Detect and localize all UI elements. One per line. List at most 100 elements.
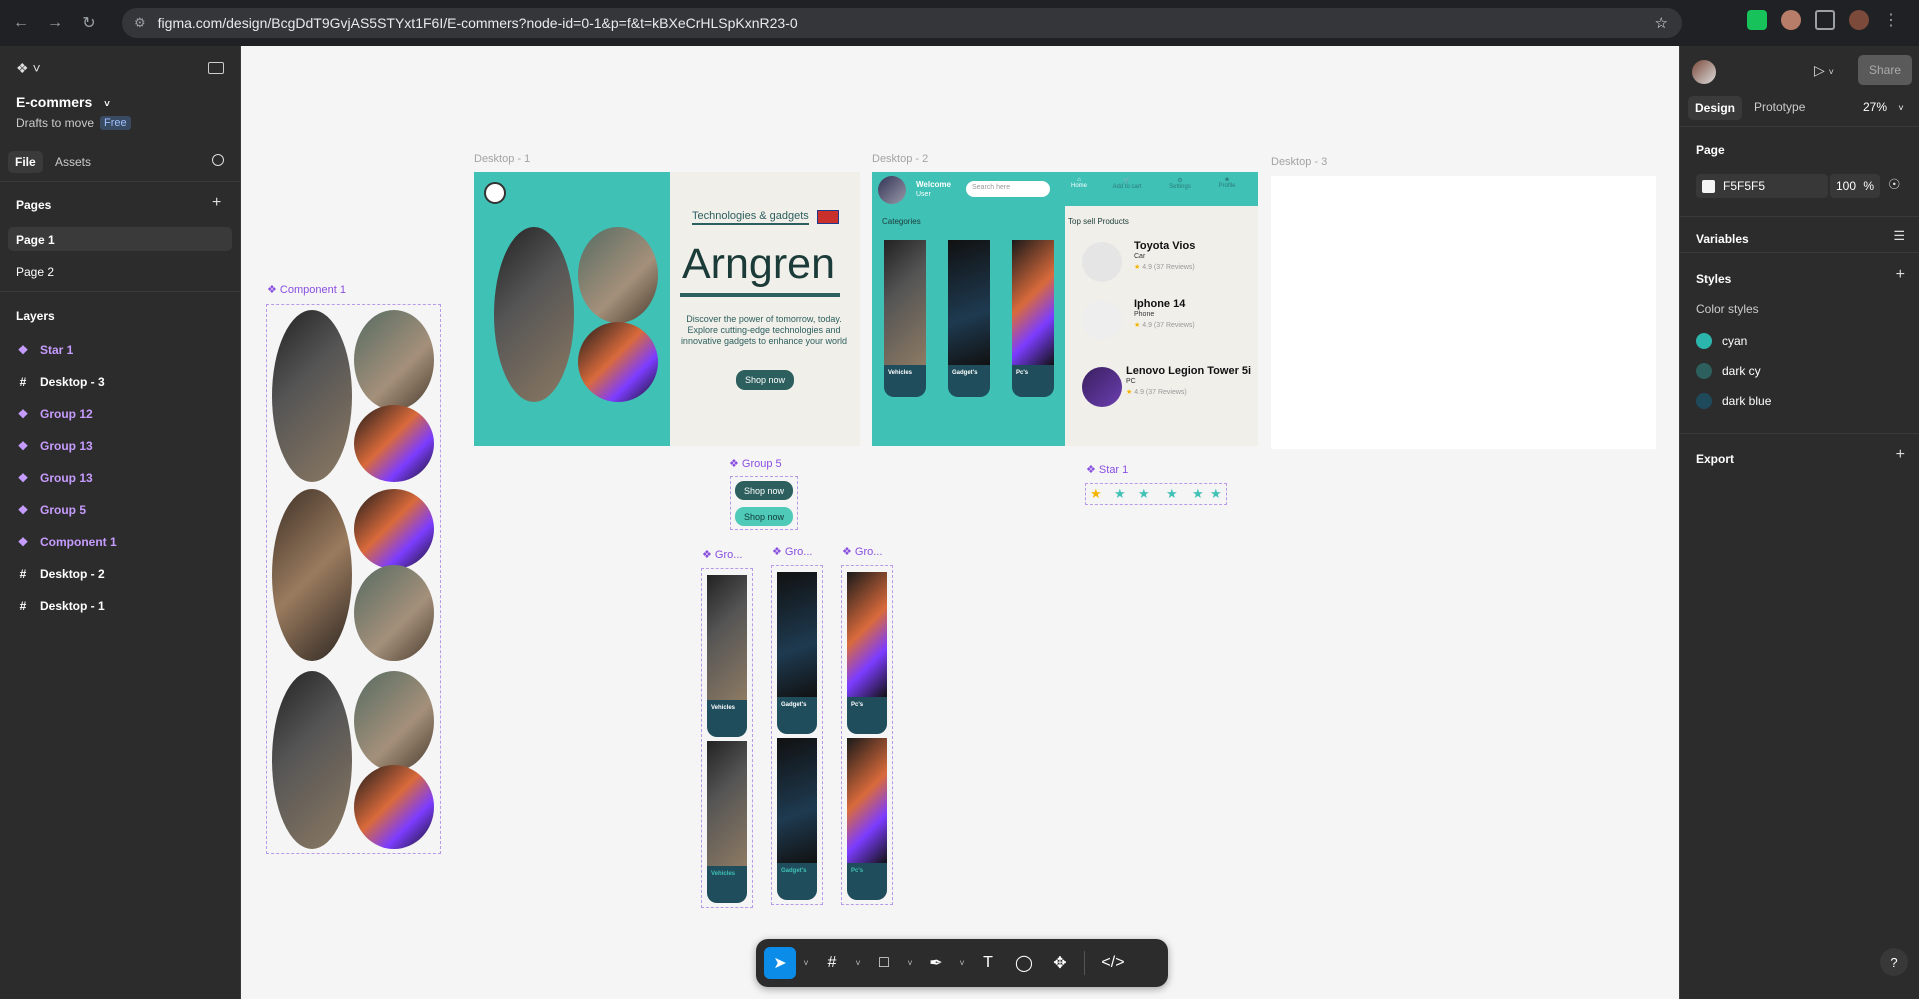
desktop-1-frame[interactable]: Technologies & gadgets Arngren Discover …	[474, 172, 860, 446]
shop-now-button[interactable]: Shop now	[736, 370, 794, 390]
move-tool-icon[interactable]: ➤	[764, 947, 796, 979]
color-style-cyan[interactable]: cyan	[1696, 333, 1747, 349]
nav-settings[interactable]: ⚙ Settings	[1162, 177, 1198, 190]
figma-menu-icon[interactable]: ❖ ˅	[16, 60, 41, 77]
category-card-vehicles[interactable]: Vehicles	[707, 575, 747, 737]
tab-design[interactable]: Design	[1688, 96, 1743, 120]
back-icon[interactable]: ←	[8, 10, 34, 36]
extension-icon-avatar[interactable]	[1781, 10, 1801, 30]
extension-icon-green[interactable]	[1747, 10, 1767, 30]
group-13-a[interactable]: Gadget's Gadget's	[771, 565, 823, 905]
user-avatar[interactable]	[1692, 60, 1716, 84]
layer-group-12[interactable]: ❖ Group 12	[16, 407, 93, 421]
desktop-2-frame[interactable]: Welcome User Search here ⌂ Home 🛒 Add to c…	[872, 172, 1258, 446]
chevron-down-icon[interactable]: ˅	[956, 958, 968, 968]
group-13-a-label[interactable]: ❖ Gro...	[772, 545, 812, 558]
variables-heading[interactable]: Variables	[1696, 232, 1749, 246]
desktop-2-label[interactable]: Desktop - 2	[872, 153, 928, 165]
zoom-level[interactable]: 27% ˅	[1863, 100, 1904, 114]
extensions-puzzle-icon[interactable]	[1815, 10, 1835, 30]
layer-desktop-3[interactable]: # Desktop - 3	[16, 375, 105, 389]
shop-now-button-dark[interactable]: Shop now	[735, 481, 793, 500]
tab-assets[interactable]: Assets	[55, 155, 91, 169]
star-1-label[interactable]: ❖ Star 1	[1086, 463, 1128, 476]
desktop-3-frame[interactable]	[1271, 176, 1656, 449]
nav-profile[interactable]: ☻ Profile	[1210, 177, 1244, 189]
group-5[interactable]: Shop now Shop now	[730, 476, 798, 530]
page-color-field[interactable]: F5F5F5	[1696, 174, 1828, 198]
category-card-vehicles[interactable]: Vehicles	[884, 240, 926, 397]
page-item-page-2[interactable]: Page 2	[16, 265, 54, 279]
layer-group-5[interactable]: ❖ Group 5	[16, 503, 86, 517]
group-13-b[interactable]: Pc's Pc's	[841, 565, 893, 905]
help-icon[interactable]: ?	[1880, 948, 1908, 976]
star-1-component[interactable]: ★ ★ ★ ★ ★ ★	[1085, 483, 1227, 505]
group-12-label[interactable]: ❖ Gro...	[702, 548, 742, 561]
category-card-pcs[interactable]: Pc's	[1012, 240, 1054, 397]
nav-add-to-cart[interactable]: 🛒 Add to cart	[1102, 177, 1152, 190]
desktop-1-label[interactable]: Desktop - 1	[474, 153, 530, 165]
share-button[interactable]: Share	[1858, 55, 1912, 85]
pen-tool-icon[interactable]: ✒	[920, 947, 952, 979]
layer-desktop-1[interactable]: # Desktop - 1	[16, 599, 105, 613]
color-swatch[interactable]	[1702, 179, 1715, 193]
rectangle-tool-icon[interactable]: □	[868, 947, 900, 979]
add-export-icon[interactable]: +	[1896, 446, 1905, 464]
add-style-icon[interactable]: +	[1896, 266, 1905, 284]
chevron-down-icon[interactable]: ˅	[800, 958, 812, 968]
component-1-label[interactable]: ❖ Component 1	[267, 283, 346, 296]
play-icon[interactable]: ▷ ˅	[1814, 62, 1834, 79]
file-name[interactable]: E-commers ˅	[16, 94, 110, 110]
comment-tool-icon[interactable]: ◯	[1008, 947, 1040, 979]
chevron-down-icon[interactable]: ˅	[904, 958, 916, 968]
category-card-pcs[interactable]: Pc's	[847, 738, 887, 900]
text-tool-icon[interactable]: T	[972, 947, 1004, 979]
chevron-down-icon[interactable]: ˅	[1898, 103, 1903, 113]
search-field[interactable]: Search here	[966, 181, 1050, 197]
bookmark-star-icon[interactable]: ☆	[1655, 14, 1668, 32]
site-info-icon[interactable]: ⚙	[134, 15, 146, 31]
shop-now-button-light[interactable]: Shop now	[735, 507, 793, 526]
page-item-page-1[interactable]: Page 1	[8, 227, 232, 251]
group-13-b-label[interactable]: ❖ Gro...	[842, 545, 882, 558]
add-page-icon[interactable]: +	[212, 194, 221, 212]
frame-tool-icon[interactable]: #	[816, 947, 848, 979]
layer-group-13-a[interactable]: ❖ Group 13	[16, 439, 93, 453]
component-1[interactable]	[266, 304, 441, 854]
color-style-dark-cy[interactable]: dark cy	[1696, 363, 1761, 379]
product-toyota[interactable]: Toyota Vios Car ★ 4.9 (37 Reviews)	[1082, 240, 1252, 284]
group-12[interactable]: Vehicles Vehicles	[701, 568, 753, 908]
chevron-down-icon[interactable]: ˅	[104, 99, 110, 110]
reload-icon[interactable]: ↻	[76, 10, 102, 36]
category-card-pcs[interactable]: Pc's	[847, 572, 887, 734]
sidebar-toggle-icon[interactable]	[208, 62, 224, 74]
color-style-dark-blue[interactable]: dark blue	[1696, 393, 1771, 409]
tab-file[interactable]: File	[8, 151, 43, 173]
nav-home[interactable]: ⌂ Home	[1064, 177, 1094, 189]
variables-settings-icon[interactable]: ☰	[1893, 228, 1905, 244]
design-canvas[interactable]: ❖ Component 1 Desktop - 1 Technologies &…	[241, 46, 1679, 999]
category-card-gadgets[interactable]: Gadget's	[948, 240, 990, 397]
desktop-3-label[interactable]: Desktop - 3	[1271, 156, 1327, 168]
product-lenovo[interactable]: Lenovo Legion Tower 5i PC ★ 4.9 (37 Revi…	[1082, 365, 1258, 409]
category-card-gadgets[interactable]: Gadget's	[777, 738, 817, 900]
file-location[interactable]: Drafts to move	[16, 116, 94, 130]
layer-group-13-b[interactable]: ❖ Group 13	[16, 471, 93, 485]
page-opacity-field[interactable]: 100%	[1830, 174, 1880, 198]
forward-icon[interactable]: →	[42, 10, 68, 36]
product-iphone[interactable]: Iphone 14 Phone ★ 4.9 (37 Reviews)	[1082, 298, 1252, 342]
chrome-menu-icon[interactable]: ⋮	[1883, 10, 1899, 30]
layer-component-1[interactable]: ❖ Component 1	[16, 535, 117, 549]
address-bar[interactable]: ⚙ figma.com/design/BcgDdT9GvjAS5STYxt1F6…	[122, 8, 1682, 38]
dev-mode-icon[interactable]: </>	[1093, 947, 1133, 979]
actions-tool-icon[interactable]: ✥	[1044, 947, 1076, 979]
layer-desktop-2[interactable]: # Desktop - 2	[16, 567, 105, 581]
group-5-label[interactable]: ❖ Group 5	[729, 457, 782, 470]
category-card-vehicles[interactable]: Vehicles	[707, 741, 747, 903]
chevron-down-icon[interactable]: ˅	[852, 958, 864, 968]
eye-icon[interactable]: ☉	[1888, 176, 1901, 193]
category-card-gadgets[interactable]: Gadget's	[777, 572, 817, 734]
tab-prototype[interactable]: Prototype	[1754, 100, 1805, 114]
layer-star-1[interactable]: ❖ Star 1	[16, 343, 74, 357]
profile-avatar[interactable]	[1849, 10, 1869, 30]
